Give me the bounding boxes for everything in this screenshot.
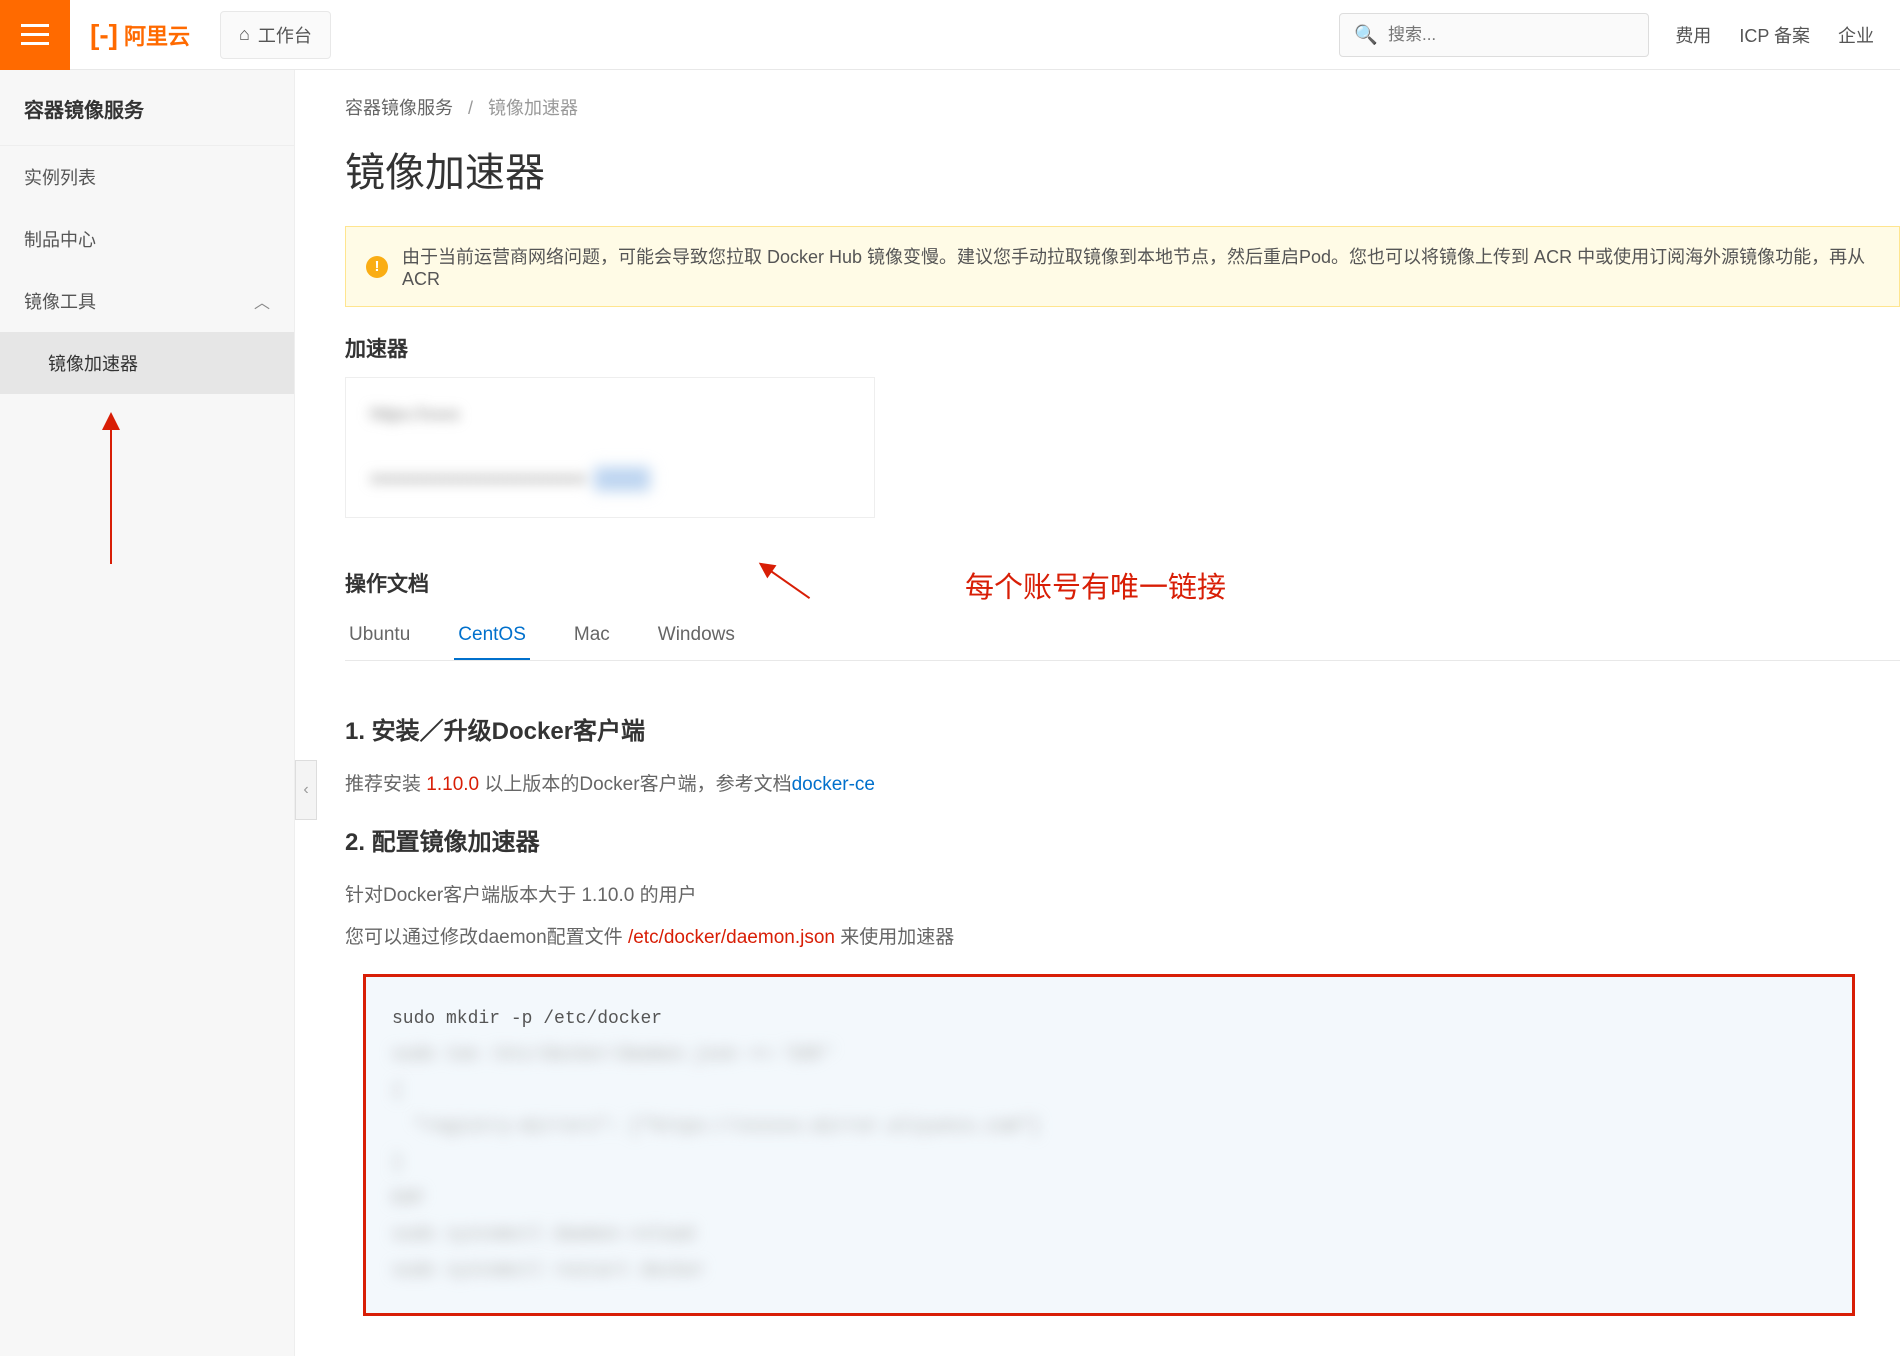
section1-text: 推荐安装 1.10.0 以上版本的Docker客户端，参考文档docker-ce [345, 768, 1900, 802]
os-tabs: Ubuntu CentOS Mac Windows [345, 612, 1900, 661]
annotation-arrow-up [110, 414, 112, 564]
main-content: 容器镜像服务 / 镜像加速器 镜像加速器 ! 由于当前运营商网络问题，可能会导致… [295, 70, 1900, 1356]
sidebar-item-products[interactable]: 制品中心 [0, 208, 294, 270]
warning-icon: ! [366, 256, 388, 278]
workbench-label: 工作台 [258, 22, 312, 48]
accelerator-url-blurred: https://xxxx [370, 404, 490, 425]
chevron-up-icon: ︿ [254, 289, 270, 313]
doc-body: 1. 安装／升级Docker客户端 推荐安装 1.10.0 以上版本的Docke… [295, 661, 1900, 1316]
hamburger-icon [21, 24, 49, 45]
breadcrumb-root[interactable]: 容器镜像服务 [345, 98, 453, 118]
docker-ce-link[interactable]: docker-ce [792, 774, 875, 795]
warning-alert: ! 由于当前运营商网络问题，可能会导致您拉取 Docker Hub 镜像变慢。建… [345, 226, 1900, 307]
tab-windows[interactable]: Windows [654, 612, 739, 660]
section2-line1: 针对Docker客户端版本大于 1.10.0 的用户 [345, 879, 1900, 913]
code-block[interactable]: sudo mkdir -p /etc/docker sudo tee /etc/… [363, 974, 1855, 1316]
sidebar-item-instances[interactable]: 实例列表 [0, 146, 294, 208]
search-input[interactable] [1388, 25, 1634, 45]
accelerator-label: 加速器 [295, 333, 1900, 377]
page-title: 镜像加速器 [295, 130, 1900, 226]
tab-ubuntu[interactable]: Ubuntu [345, 612, 414, 660]
header-link-fee[interactable]: 费用 [1675, 22, 1711, 48]
logo[interactable]: [-] 阿里云 [70, 19, 210, 51]
header-link-icp[interactable]: ICP 备案 [1739, 22, 1810, 48]
accelerator-box: https://xxxx xxxxxxxxxxxxxxxxxxxxxxxx [345, 377, 875, 518]
workbench-button[interactable]: ⌂ 工作台 [220, 11, 331, 59]
accelerator-info-blurred: xxxxxxxxxxxxxxxxxxxxxxxx [370, 467, 680, 491]
hamburger-menu[interactable] [0, 0, 70, 70]
alert-text: 由于当前运营商网络问题，可能会导致您拉取 Docker Hub 镜像变慢。建议您… [402, 243, 1879, 290]
section1-title: 1. 安装／升级Docker客户端 [345, 711, 1900, 746]
header-link-enterprise[interactable]: 企业 [1838, 22, 1874, 48]
search-icon: 🔍 [1354, 23, 1378, 47]
sidebar: 容器镜像服务 实例列表 制品中心 镜像工具 ︿ 镜像加速器 [0, 70, 295, 1356]
sidebar-item-accelerator[interactable]: 镜像加速器 [0, 332, 294, 394]
logo-icon: [-] [90, 19, 118, 51]
header-links: 费用 ICP 备案 企业 [1649, 22, 1900, 48]
sidebar-collapse-handle[interactable]: ‹ [295, 760, 317, 820]
search-box[interactable]: 🔍 [1339, 13, 1649, 57]
sidebar-title: 容器镜像服务 [0, 70, 294, 146]
logo-text: 阿里云 [124, 19, 190, 51]
section2-title: 2. 配置镜像加速器 [345, 822, 1900, 857]
breadcrumb: 容器镜像服务 / 镜像加速器 [295, 70, 1900, 130]
tab-centos[interactable]: CentOS [454, 612, 530, 660]
tab-mac[interactable]: Mac [570, 612, 614, 660]
top-header: [-] 阿里云 ⌂ 工作台 🔍 费用 ICP 备案 企业 [0, 0, 1900, 70]
home-icon: ⌂ [239, 24, 250, 45]
sidebar-item-tools[interactable]: 镜像工具 ︿ [0, 270, 294, 332]
breadcrumb-current: 镜像加速器 [488, 98, 578, 118]
annotation-text: 每个账号有唯一链接 [965, 564, 1226, 606]
chevron-left-icon: ‹ [303, 781, 308, 799]
section2-line2: 您可以通过修改daemon配置文件 /etc/docker/daemon.jso… [345, 921, 1900, 955]
